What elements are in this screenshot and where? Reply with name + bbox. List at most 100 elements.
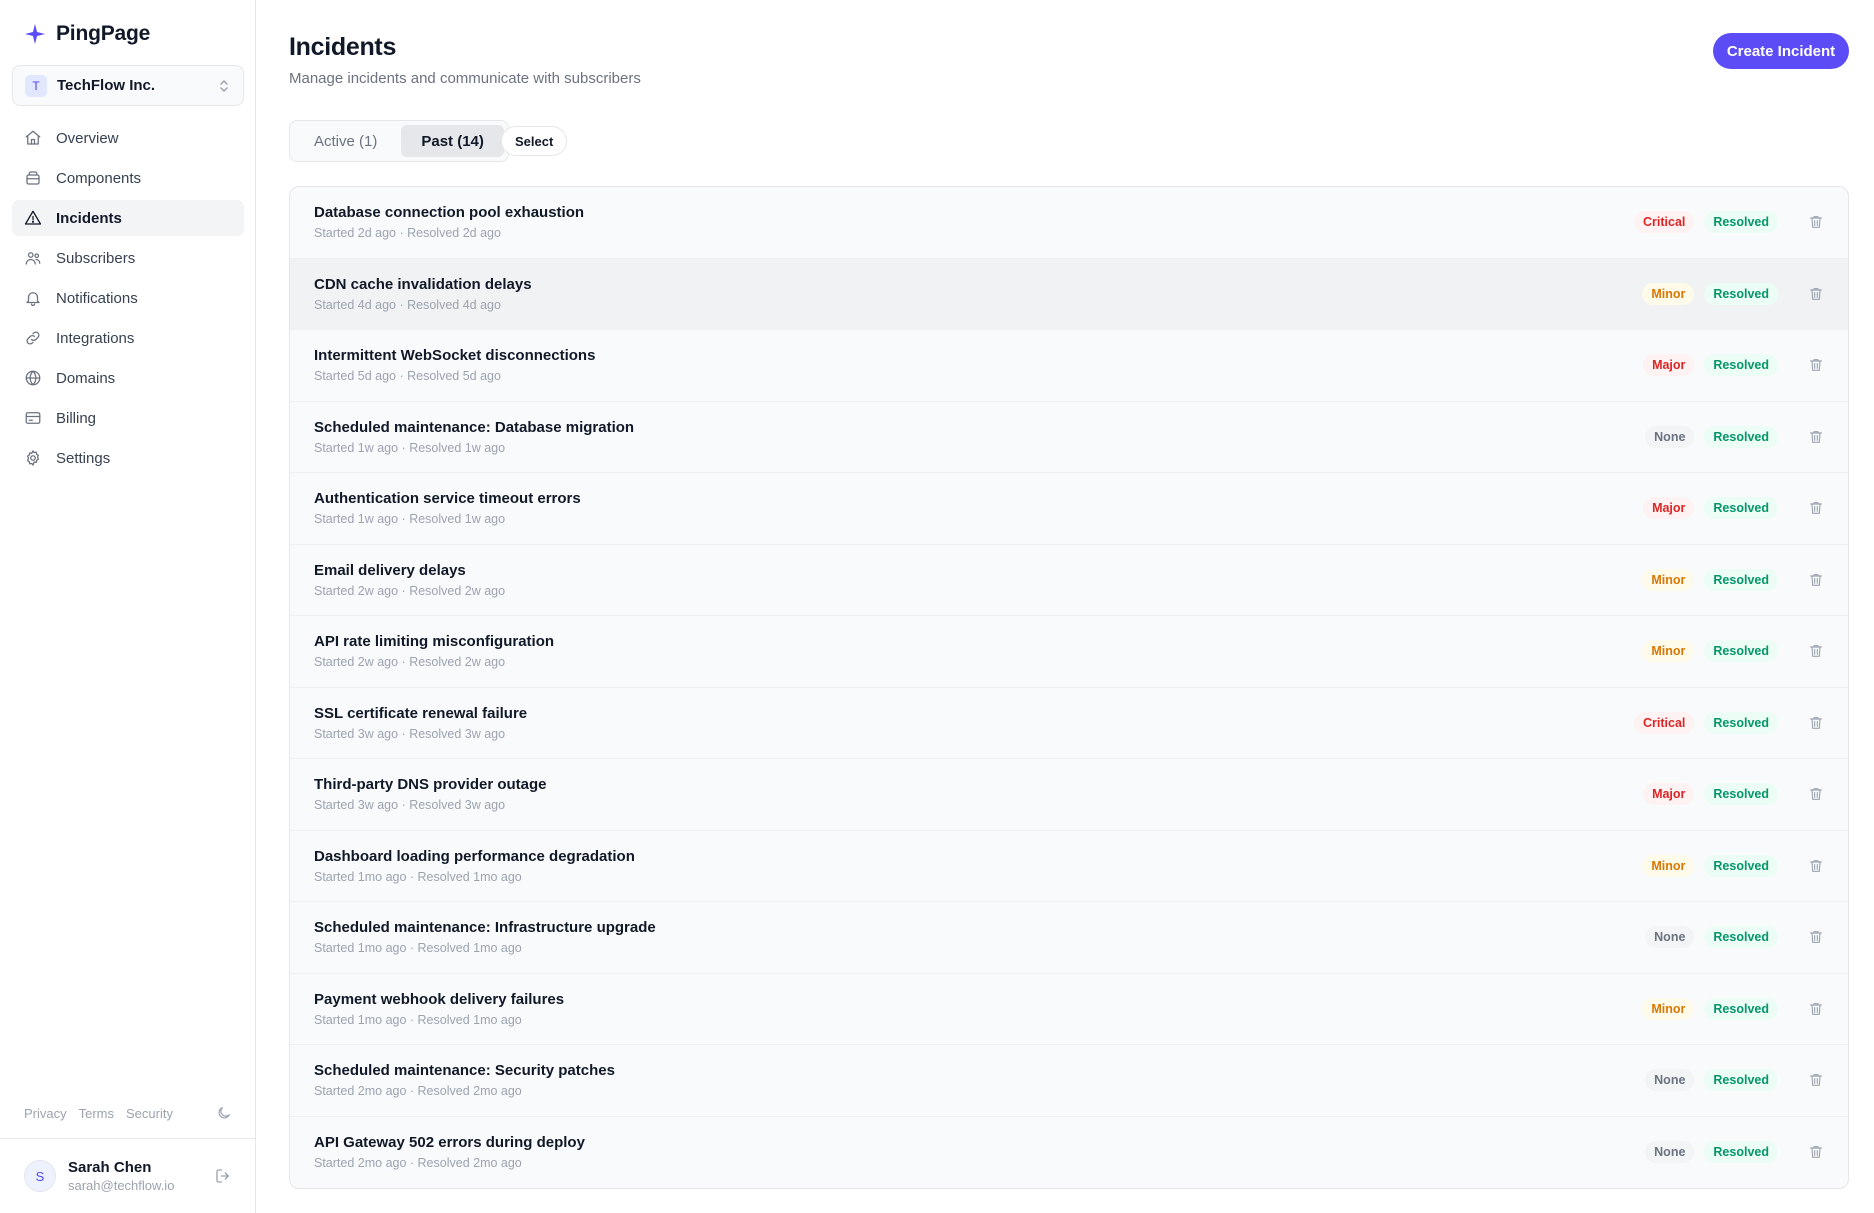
trash-icon[interactable]	[1808, 1072, 1824, 1088]
trash-icon[interactable]	[1808, 1144, 1824, 1160]
incident-meta: Started 1mo ago · Resolved 1mo ago	[314, 941, 522, 956]
incident-title: Database connection pool exhaustion	[314, 204, 585, 222]
tab-active[interactable]: Active (1)	[294, 125, 397, 157]
org-name: TechFlow Inc.	[57, 77, 156, 94]
incident-meta: Started 2d ago · Resolved 2d ago	[314, 226, 501, 241]
table-row[interactable]: Scheduled maintenance: Security patches S…	[290, 1045, 1848, 1117]
sidebar-item-subscribers[interactable]: Subscribers	[12, 240, 244, 276]
severity-badge: None	[1645, 425, 1695, 448]
trash-icon[interactable]	[1808, 858, 1824, 874]
user-email: sarah@techflow.io	[68, 1178, 175, 1193]
logout-icon[interactable]	[214, 1167, 232, 1185]
table-row[interactable]: API rate limiting misconfiguration Starte…	[290, 616, 1848, 688]
brand-name: PingPage	[56, 22, 151, 45]
severity-badge: None	[1645, 1069, 1695, 1092]
table-row[interactable]: Email delivery delays Started 2w ago · Re…	[290, 545, 1848, 616]
table-row[interactable]: Dashboard loading performance degradatio…	[290, 831, 1848, 902]
trash-icon[interactable]	[1808, 715, 1824, 731]
create-incident-button[interactable]: Create Incident	[1713, 33, 1849, 69]
bell-icon	[26, 292, 40, 307]
table-row[interactable]: Authentication service timeout errors Sta…	[290, 473, 1848, 545]
sidebar-item-billing[interactable]: Billing	[12, 400, 244, 436]
incident-title: Dashboard loading performance degradatio…	[314, 847, 635, 865]
incident-title: Payment webhook delivery failures	[314, 990, 565, 1008]
trash-icon[interactable]	[1808, 357, 1824, 373]
severity-badge: Critical	[1634, 711, 1695, 734]
terms-link[interactable]: Terms	[79, 1106, 114, 1121]
table-row[interactable]: API Gateway 502 errors during deploy Star…	[290, 1117, 1848, 1189]
incident-title: Intermittent WebSocket disconnections	[314, 347, 596, 365]
trash-icon[interactable]	[1808, 643, 1824, 659]
table-row[interactable]: Scheduled maintenance: Infrastructure up…	[290, 902, 1848, 974]
incident-meta: Started 2w ago · Resolved 2w ago	[314, 655, 506, 670]
sidebar-item-label: Notifications	[56, 289, 138, 307]
brand[interactable]: PingPage	[24, 20, 150, 48]
incident-meta: Started 2w ago · Resolved 2w ago	[314, 583, 506, 598]
table-row[interactable]: Intermittent WebSocket disconnections Sta…	[290, 330, 1848, 402]
trash-icon[interactable]	[1808, 214, 1824, 230]
incident-title: API Gateway 502 errors during deploy	[314, 1134, 585, 1152]
status-badge: Resolved	[1704, 783, 1778, 806]
status-badge: Resolved	[1704, 997, 1778, 1020]
privacy-link[interactable]: Privacy	[24, 1106, 67, 1121]
globe-icon	[25, 370, 41, 386]
user-card: S Sarah Chen sarah@techflow.io	[0, 1138, 256, 1213]
incident-meta: Started 4d ago · Resolved 4d ago	[314, 297, 501, 312]
table-row[interactable]: Payment webhook delivery failures Started…	[290, 974, 1848, 1045]
severity-badge: Minor	[1642, 640, 1695, 663]
status-badge: Resolved	[1704, 926, 1778, 949]
table-row[interactable]: Third-party DNS provider outage Started 3…	[290, 759, 1848, 831]
sidebar: PingPage T TechFlow Inc. Overview Compone…	[0, 0, 256, 1213]
page-subtitle: Manage incidents and communicate with su…	[289, 70, 641, 87]
layers-icon	[26, 171, 40, 185]
severity-badge: Major	[1643, 354, 1695, 377]
incident-title: Scheduled maintenance: Database migratio…	[314, 418, 635, 436]
trash-icon[interactable]	[1808, 500, 1824, 516]
status-badge: Resolved	[1704, 1069, 1778, 1092]
trash-icon[interactable]	[1808, 286, 1824, 302]
trash-icon[interactable]	[1808, 1001, 1824, 1017]
status-badge: Resolved	[1704, 711, 1778, 734]
avatar[interactable]: S	[24, 1160, 56, 1192]
sidebar-item-label: Integrations	[56, 329, 135, 347]
trash-icon[interactable]	[1808, 572, 1824, 588]
table-row[interactable]: SSL certificate renewal failure Started 3…	[290, 688, 1848, 759]
link-icon	[26, 331, 40, 345]
incident-title: SSL certificate renewal failure	[314, 704, 528, 722]
security-link[interactable]: Security	[126, 1106, 173, 1121]
sidebar-item-overview[interactable]: Overview	[12, 120, 244, 156]
tab-past[interactable]: Past (14)	[401, 125, 504, 157]
incident-meta: Started 1mo ago · Resolved 1mo ago	[314, 869, 522, 884]
sidebar-item-label: Settings	[56, 449, 111, 467]
sidebar-item-incidents[interactable]: Incidents	[12, 200, 244, 236]
status-badge: Resolved	[1704, 1141, 1778, 1164]
footer-links: Privacy Terms Security	[24, 1105, 232, 1121]
page-title: Incidents	[289, 33, 397, 61]
sparkle-logo-icon	[24, 23, 46, 45]
select-button[interactable]: Select	[501, 126, 568, 156]
incident-title: Scheduled maintenance: Security patches	[314, 1062, 615, 1080]
status-badge: Resolved	[1704, 211, 1778, 234]
sidebar-item-notifications[interactable]: Notifications	[12, 280, 244, 316]
org-switcher[interactable]: T TechFlow Inc.	[12, 65, 244, 106]
trash-icon[interactable]	[1808, 929, 1824, 945]
trash-icon[interactable]	[1808, 786, 1824, 802]
sidebar-item-label: Billing	[56, 409, 97, 427]
moon-icon[interactable]	[216, 1105, 232, 1121]
sidebar-item-components[interactable]: Components	[12, 160, 244, 196]
status-badge: Resolved	[1704, 425, 1778, 448]
severity-badge: Minor	[1642, 854, 1695, 877]
table-row[interactable]: Database connection pool exhaustion Start…	[290, 187, 1848, 259]
sidebar-item-domains[interactable]: Domains	[12, 360, 244, 396]
severity-badge: Minor	[1642, 282, 1695, 305]
table-row[interactable]: Scheduled maintenance: Database migratio…	[290, 402, 1848, 473]
incident-title: CDN cache invalidation delays	[314, 275, 532, 293]
severity-badge: Minor	[1642, 997, 1695, 1020]
table-row[interactable]: CDN cache invalidation delays Started 4d …	[290, 258, 1848, 330]
trash-icon[interactable]	[1808, 429, 1824, 445]
incident-meta: Started 3w ago · Resolved 3w ago	[314, 798, 506, 813]
status-badge: Resolved	[1704, 568, 1778, 591]
sidebar-item-integrations[interactable]: Integrations	[12, 320, 244, 356]
sidebar-item-settings[interactable]: Settings	[12, 440, 244, 476]
incident-meta: Started 5d ago · Resolved 5d ago	[314, 369, 501, 384]
